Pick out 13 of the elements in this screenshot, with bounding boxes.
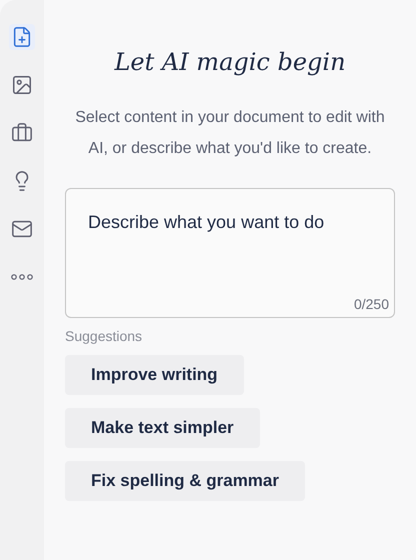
more-icon [11,274,33,280]
mail-icon [11,218,33,240]
heading: Let AI magic begin [113,47,347,78]
suggestions-label: Suggestions [65,327,142,346]
briefcase-icon [11,122,33,144]
character-counter: 0/250 [354,295,389,314]
image-icon [11,74,33,96]
suggestion-button[interactable]: Fix spelling & grammar [65,461,305,501]
suggestion-button[interactable]: Improve writing [65,355,244,395]
sidebar-button[interactable] [9,24,35,50]
file-plus-icon [11,26,33,48]
suggestion-button[interactable]: Make text simpler [65,408,260,448]
description: Select content in your document to edit with AI, or describe what you'd like to create. [74,108,386,159]
